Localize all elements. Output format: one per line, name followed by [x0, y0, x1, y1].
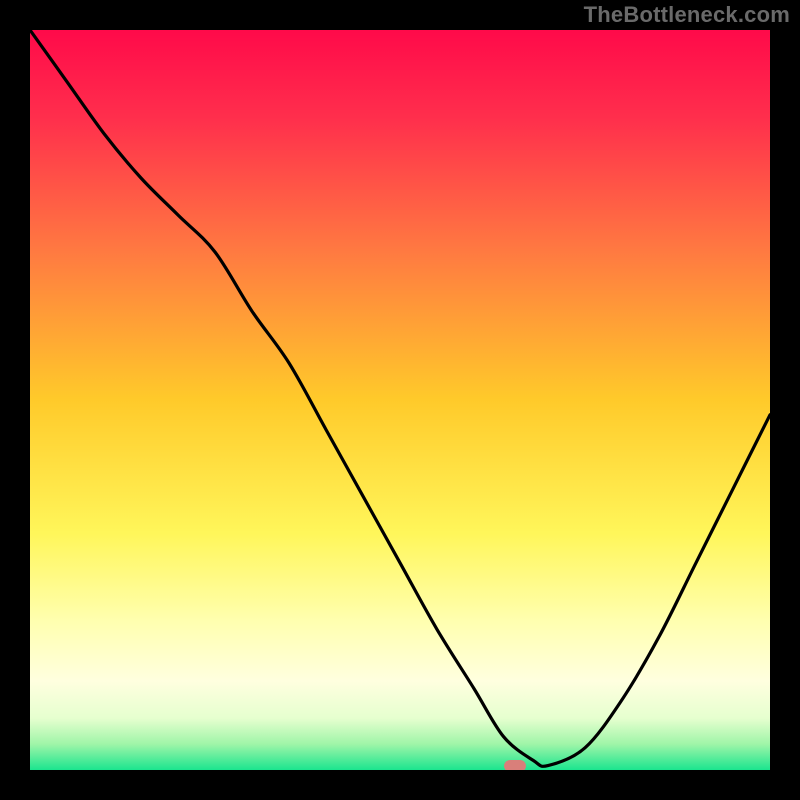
watermark-text: TheBottleneck.com: [584, 2, 790, 28]
chart-stage: TheBottleneck.com: [0, 0, 800, 800]
optimum-marker: [504, 760, 526, 770]
plot-area: [30, 30, 770, 770]
bottleneck-curve: [30, 30, 770, 770]
